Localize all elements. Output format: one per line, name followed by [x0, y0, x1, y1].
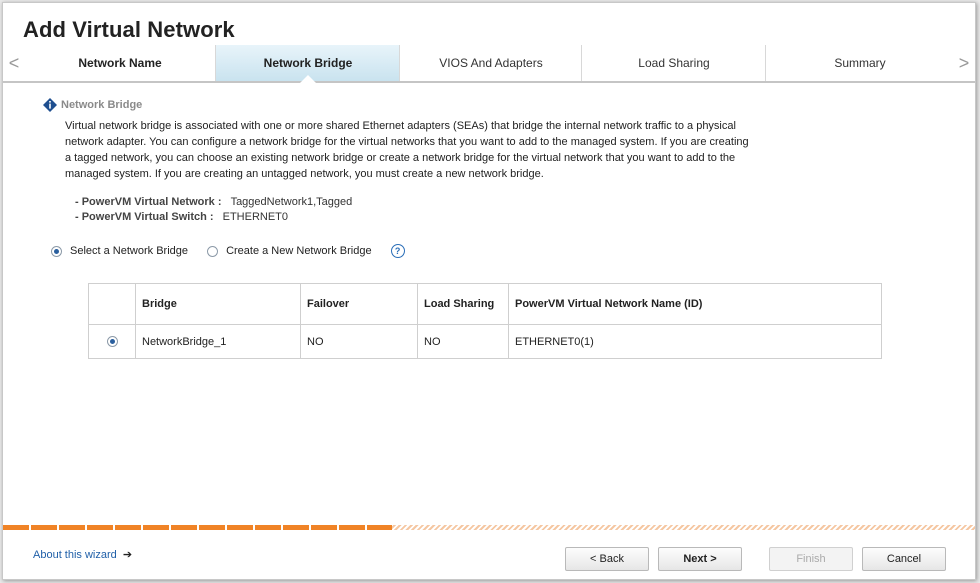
- section-description: Virtual network bridge is associated wit…: [65, 120, 749, 180]
- wizard-steps: < Network Name Network Bridge VIOS And A…: [3, 45, 975, 83]
- wizard-progress-fill: [3, 525, 392, 530]
- arrow-right-icon: ➔: [122, 549, 133, 561]
- property-value: TaggedNetwork1,Tagged: [230, 196, 353, 208]
- wizard-title: Add Virtual Network: [23, 17, 235, 42]
- property-virtual-network: - PowerVM Virtual Network : TaggedNetwor…: [75, 196, 352, 208]
- column-header-load-sharing[interactable]: Load Sharing: [417, 283, 509, 325]
- steps-scroll-right-icon[interactable]: >: [953, 45, 975, 81]
- column-header-bridge[interactable]: Bridge: [135, 283, 301, 325]
- property-virtual-switch: - PowerVM Virtual Switch : ETHERNET0: [75, 211, 288, 223]
- cancel-button[interactable]: Cancel: [862, 547, 946, 571]
- section-heading: Network Bridge: [43, 98, 143, 112]
- step-network-name[interactable]: Network Name: [25, 45, 215, 81]
- help-icon[interactable]: ?: [390, 244, 405, 258]
- property-value: ETHERNET0: [222, 211, 289, 223]
- wizard-content: Network Bridge Virtual network bridge is…: [3, 85, 975, 525]
- about-wizard-label: About this wizard: [33, 549, 117, 561]
- network-name-cell: ETHERNET0(1): [508, 324, 882, 359]
- load-sharing-cell: NO: [417, 324, 509, 359]
- wizard-window: Add Virtual Network < Network Name Netwo…: [2, 2, 976, 580]
- row-select-cell[interactable]: [88, 324, 136, 359]
- info-diamond-icon: [43, 98, 57, 112]
- select-network-bridge-option[interactable]: Select a Network Bridge: [51, 245, 188, 257]
- wizard-progress-bar: [3, 525, 975, 530]
- table-row[interactable]: NetworkBridge_1 NO NO ETHERNET0(1): [88, 324, 882, 359]
- property-label: - PowerVM Virtual Network :: [75, 196, 222, 208]
- property-label: - PowerVM Virtual Switch :: [75, 211, 214, 223]
- about-wizard-link[interactable]: About this wizard ➔: [33, 548, 132, 561]
- steps-scroll-left-icon[interactable]: <: [3, 45, 25, 81]
- step-summary[interactable]: Summary: [765, 45, 954, 81]
- network-bridge-table: Bridge Failover Load Sharing PowerVM Vir…: [88, 283, 882, 359]
- table-header-row: Bridge Failover Load Sharing PowerVM Vir…: [88, 283, 882, 325]
- step-network-bridge[interactable]: Network Bridge: [215, 45, 400, 83]
- row-select-radio[interactable]: [106, 336, 118, 348]
- step-load-sharing[interactable]: Load Sharing: [581, 45, 766, 81]
- back-button[interactable]: < Back: [565, 547, 649, 571]
- section-heading-label: Network Bridge: [61, 99, 143, 111]
- create-network-bridge-radio[interactable]: [207, 245, 219, 257]
- create-network-bridge-label: Create a New Network Bridge: [226, 244, 372, 257]
- bridge-cell: NetworkBridge_1: [135, 324, 301, 359]
- column-header-network-name[interactable]: PowerVM Virtual Network Name (ID): [508, 283, 882, 325]
- bridge-mode-options: Select a Network Bridge Create a New Net…: [51, 244, 405, 258]
- finish-button[interactable]: Finish: [769, 547, 853, 571]
- select-network-bridge-label: Select a Network Bridge: [70, 244, 188, 257]
- step-vios-and-adapters[interactable]: VIOS And Adapters: [399, 45, 582, 81]
- next-button[interactable]: Next >: [658, 547, 742, 571]
- create-network-bridge-option[interactable]: Create a New Network Bridge: [207, 245, 372, 257]
- wizard-footer: About this wizard ➔ < Back Next > Finish…: [3, 533, 975, 579]
- column-header-failover[interactable]: Failover: [300, 283, 418, 325]
- failover-cell: NO: [300, 324, 418, 359]
- column-header-select: [88, 283, 136, 325]
- select-network-bridge-radio[interactable]: [51, 245, 62, 257]
